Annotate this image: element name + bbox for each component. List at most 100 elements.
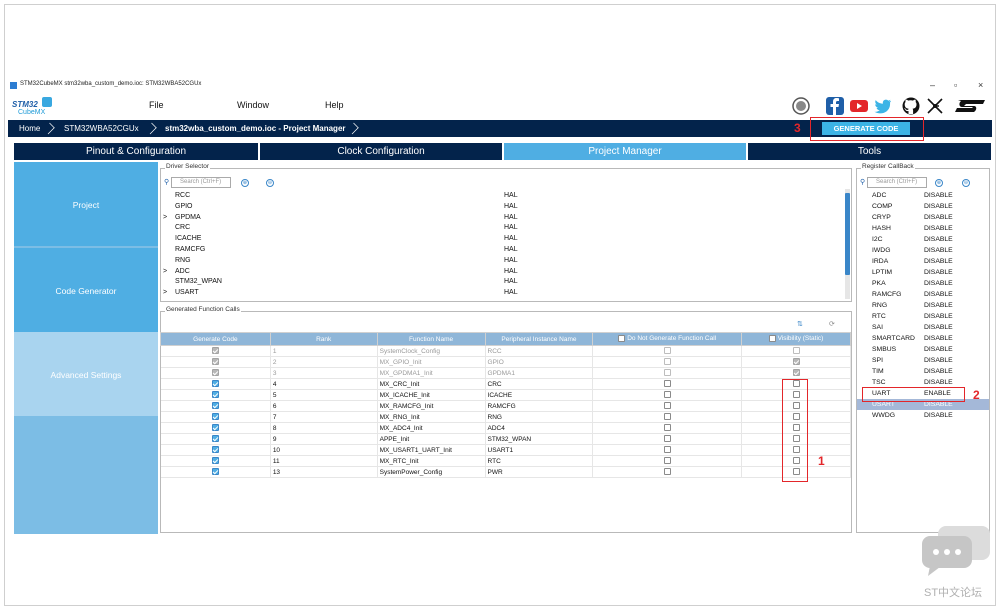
- generate-code-checkbox[interactable]: [211, 435, 219, 443]
- menu-help[interactable]: Help: [325, 100, 344, 110]
- do-not-generate-checkbox[interactable]: [663, 391, 671, 399]
- callback-row[interactable]: SMBUS DISABLE: [857, 344, 989, 355]
- callback-row[interactable]: RNG DISABLE: [857, 300, 989, 311]
- driver-type[interactable]: HAL: [504, 255, 518, 266]
- col-peripheral-instance[interactable]: Peripheral Instance Name: [484, 332, 594, 346]
- anniversary-badge-icon[interactable]: [792, 97, 810, 115]
- generate-code-checkbox[interactable]: [211, 413, 219, 421]
- refresh-icon[interactable]: ⟳: [829, 320, 835, 328]
- collapse-all-icon[interactable]: ⊖: [266, 179, 274, 187]
- expand-arrow-icon[interactable]: >: [163, 266, 167, 277]
- generate-code-checkbox[interactable]: [211, 424, 219, 432]
- do-not-generate-checkbox[interactable]: [663, 402, 671, 410]
- menu-window[interactable]: Window: [237, 100, 269, 110]
- col-function-name[interactable]: Function Name: [376, 332, 486, 346]
- callback-row[interactable]: IRDA DISABLE: [857, 256, 989, 267]
- driver-row[interactable]: CRC HAL: [161, 222, 841, 233]
- breadcrumb-mcu[interactable]: STM32WBA52CGUx: [64, 120, 139, 137]
- generate-code-checkbox[interactable]: [211, 369, 219, 377]
- breadcrumb-home[interactable]: Home: [19, 120, 40, 137]
- callback-value[interactable]: DISABLE: [924, 311, 953, 322]
- do-not-generate-checkbox[interactable]: [663, 413, 671, 421]
- callback-row[interactable]: I2C DISABLE: [857, 234, 989, 245]
- callback-value[interactable]: DISABLE: [924, 190, 953, 201]
- callback-search-input[interactable]: ⚲ Search (Ctrl+F): [860, 177, 927, 188]
- callback-row[interactable]: COMP DISABLE: [857, 201, 989, 212]
- generate-code-checkbox[interactable]: [211, 446, 219, 454]
- table-row[interactable]: 2 MX_GPIO_Init GPIO: [160, 356, 851, 368]
- visibility-static-checkbox[interactable]: [792, 347, 800, 355]
- callback-value[interactable]: DISABLE: [924, 410, 953, 421]
- callback-row[interactable]: RTC DISABLE: [857, 311, 989, 322]
- youtube-icon[interactable]: [850, 97, 868, 115]
- table-row[interactable]: 10 MX_USART1_UART_Init USART1: [160, 444, 851, 456]
- col-visibility[interactable]: Visibility (Static): [741, 332, 851, 346]
- driver-type[interactable]: HAL: [504, 201, 518, 212]
- callback-value[interactable]: DISABLE: [924, 289, 953, 300]
- sort-up-down-icon[interactable]: ⇅: [797, 320, 803, 328]
- table-row[interactable]: 5 MX_ICACHE_Init ICACHE: [160, 389, 851, 401]
- callback-row[interactable]: IWDG DISABLE: [857, 245, 989, 256]
- do-not-generate-checkbox[interactable]: [663, 358, 671, 366]
- callback-value[interactable]: DISABLE: [924, 223, 953, 234]
- table-row[interactable]: 1 SystemClock_Config RCC: [160, 345, 851, 357]
- table-row[interactable]: 4 MX_CRC_Init CRC: [160, 378, 851, 390]
- callback-value[interactable]: DISABLE: [924, 201, 953, 212]
- driver-search-input[interactable]: ⚲ Search (Ctrl+F): [164, 177, 231, 188]
- generate-code-checkbox[interactable]: [211, 347, 219, 355]
- callback-value[interactable]: DISABLE: [924, 300, 953, 311]
- callback-value[interactable]: DISABLE: [924, 234, 953, 245]
- callback-row[interactable]: SMARTCARD DISABLE: [857, 333, 989, 344]
- generate-code-checkbox[interactable]: [211, 402, 219, 410]
- select-all-visibility-checkbox[interactable]: [768, 335, 776, 343]
- generate-code-checkbox[interactable]: [211, 358, 219, 366]
- driver-scrollbar[interactable]: [845, 189, 850, 299]
- select-all-checkbox[interactable]: [618, 335, 626, 343]
- visibility-static-checkbox[interactable]: [792, 369, 800, 377]
- callback-value[interactable]: DISABLE: [924, 366, 953, 377]
- driver-row[interactable]: ICACHE HAL: [161, 233, 841, 244]
- callback-row[interactable]: LPTIM DISABLE: [857, 267, 989, 278]
- callback-value[interactable]: DISABLE: [924, 245, 953, 256]
- tab-clock-configuration[interactable]: Clock Configuration: [260, 143, 502, 160]
- twitter-icon[interactable]: [874, 97, 892, 115]
- tab-pinout-configuration[interactable]: Pinout & Configuration: [14, 143, 258, 160]
- minimize-button[interactable]: –: [930, 80, 935, 90]
- callback-value[interactable]: DISABLE: [924, 333, 953, 344]
- generate-code-checkbox[interactable]: [211, 380, 219, 388]
- callback-value[interactable]: DISABLE: [924, 212, 953, 223]
- callback-row[interactable]: WWDG DISABLE: [857, 410, 989, 421]
- expand-all-icon[interactable]: ⊕: [935, 179, 943, 187]
- network-icon[interactable]: [926, 97, 944, 115]
- facebook-icon[interactable]: [826, 97, 844, 115]
- do-not-generate-checkbox[interactable]: [663, 424, 671, 432]
- callback-row[interactable]: ADC DISABLE: [857, 190, 989, 201]
- github-icon[interactable]: [902, 97, 920, 115]
- callback-row[interactable]: SAI DISABLE: [857, 322, 989, 333]
- callback-value[interactable]: DISABLE: [924, 267, 953, 278]
- driver-row[interactable]: > GPDMA HAL: [161, 212, 841, 223]
- expand-arrow-icon[interactable]: >: [163, 212, 167, 223]
- driver-type[interactable]: HAL: [504, 222, 518, 233]
- driver-type[interactable]: HAL: [504, 276, 518, 287]
- driver-row[interactable]: RNG HAL: [161, 255, 841, 266]
- collapse-all-icon[interactable]: ⊖: [962, 179, 970, 187]
- driver-row[interactable]: > USART HAL: [161, 287, 841, 298]
- driver-type[interactable]: HAL: [504, 244, 518, 255]
- do-not-generate-checkbox[interactable]: [663, 468, 671, 476]
- do-not-generate-checkbox[interactable]: [663, 446, 671, 454]
- callback-value[interactable]: DISABLE: [924, 278, 953, 289]
- sidebar-item-code-generator[interactable]: Code Generator: [14, 248, 158, 332]
- col-do-not-generate[interactable]: Do Not Generate Function Call: [592, 332, 743, 346]
- table-row[interactable]: 3 MX_GPDMA1_Init GPDMA1: [160, 367, 851, 379]
- table-row[interactable]: 6 MX_RAMCFG_Init RAMCFG: [160, 400, 851, 412]
- table-row[interactable]: 13 SystemPower_Config PWR: [160, 466, 851, 478]
- callback-value[interactable]: DISABLE: [924, 322, 953, 333]
- sidebar-item-advanced-settings[interactable]: Advanced Settings: [14, 332, 158, 416]
- driver-row[interactable]: RCC HAL: [161, 190, 841, 201]
- generate-code-checkbox[interactable]: [211, 468, 219, 476]
- driver-type[interactable]: HAL: [504, 212, 518, 223]
- col-generate-code[interactable]: Generate Code: [160, 332, 271, 346]
- menu-file[interactable]: File: [149, 100, 164, 110]
- callback-value[interactable]: DISABLE: [924, 344, 953, 355]
